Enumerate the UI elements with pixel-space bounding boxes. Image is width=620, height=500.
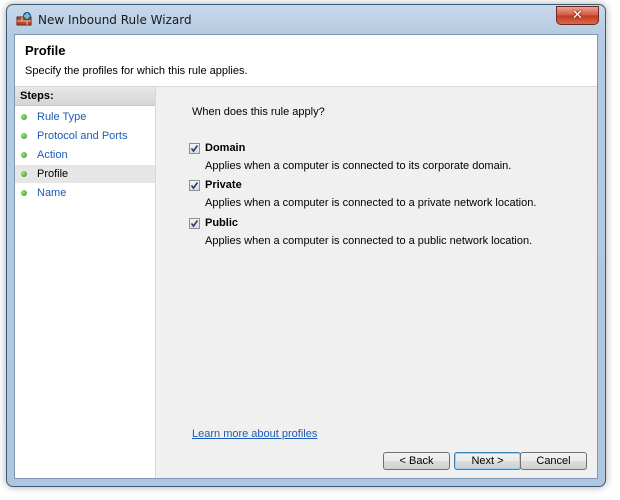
domain-checkbox[interactable]: [189, 143, 200, 154]
step-action[interactable]: Action: [15, 146, 155, 164]
step-rule-type[interactable]: Rule Type: [15, 108, 155, 126]
window-title: New Inbound Rule Wizard: [38, 13, 192, 27]
firewall-icon: [16, 12, 32, 26]
close-button[interactable]: ✕: [556, 6, 599, 25]
steps-heading-label: Steps:: [20, 90, 54, 102]
learn-more-link[interactable]: Learn more about profiles: [192, 428, 317, 440]
wizard-client-area: Profile Specify the profiles for which t…: [14, 34, 598, 479]
checkmark-icon: [190, 145, 199, 153]
back-button[interactable]: < Back: [383, 452, 450, 470]
step-profile[interactable]: Profile: [15, 165, 155, 183]
private-description: Applies when a computer is connected to …: [205, 197, 537, 209]
step-status-icon: [21, 190, 27, 196]
cancel-button[interactable]: Cancel: [520, 452, 587, 470]
step-status-icon: [21, 171, 27, 177]
title-bar[interactable]: New Inbound Rule Wizard ✕: [7, 5, 605, 33]
content-area: When does this rule apply? Domain Applie…: [156, 87, 597, 478]
page-subtitle: Specify the profiles for which this rule…: [25, 65, 248, 77]
step-status-icon: [21, 114, 27, 120]
page-title: Profile: [25, 43, 66, 58]
step-label: Profile: [37, 168, 69, 180]
question-text: When does this rule apply?: [192, 106, 325, 118]
step-label: Name: [37, 187, 67, 199]
step-name[interactable]: Name: [15, 184, 155, 202]
checkmark-icon: [190, 220, 199, 228]
steps-heading: Steps:: [15, 87, 155, 106]
step-label: Action: [37, 149, 68, 161]
domain-label[interactable]: Domain: [205, 142, 245, 154]
step-label: Rule Type: [37, 111, 87, 123]
checkmark-icon: [190, 182, 199, 190]
close-icon: ✕: [572, 8, 583, 23]
domain-description: Applies when a computer is connected to …: [205, 160, 512, 172]
step-label: Protocol and Ports: [37, 130, 128, 142]
private-checkbox[interactable]: [189, 180, 200, 191]
wizard-window: New Inbound Rule Wizard ✕ Profile Specif…: [6, 4, 606, 487]
steps-panel: Steps: Rule Type Protocol and Ports Acti…: [15, 87, 156, 478]
public-label[interactable]: Public: [205, 217, 238, 229]
public-description: Applies when a computer is connected to …: [205, 235, 533, 247]
public-checkbox[interactable]: [189, 218, 200, 229]
page-header: Profile Specify the profiles for which t…: [15, 35, 597, 87]
step-status-icon: [21, 133, 27, 139]
next-button[interactable]: Next >: [454, 452, 521, 470]
step-protocol-and-ports[interactable]: Protocol and Ports: [15, 127, 155, 145]
step-status-icon: [21, 152, 27, 158]
private-label[interactable]: Private: [205, 179, 242, 191]
